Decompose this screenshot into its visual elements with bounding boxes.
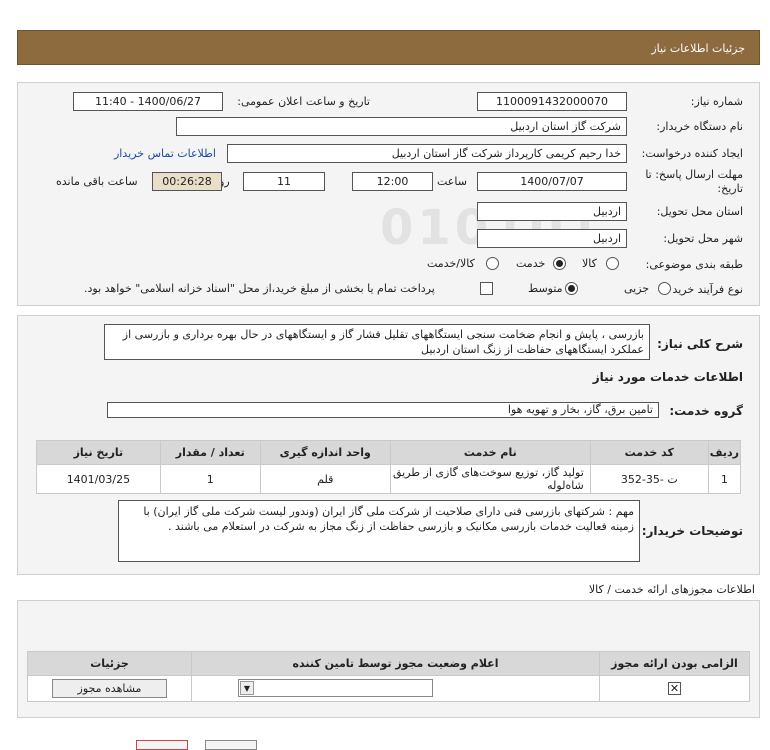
province-label: استان محل تحویل: <box>656 205 743 218</box>
permit-col-details: جزئیات <box>27 651 192 676</box>
bottom-button-right[interactable] <box>205 740 257 750</box>
checkbox-crossed-icon: ✕ <box>668 682 681 696</box>
process-label: نوع فرآیند خرید : <box>665 283 743 296</box>
permit-col-status: اعلام وضعیت مجوز توسط تامین کننده <box>191 651 600 676</box>
page-header: جزئیات اطلاعات نیاز <box>17 30 760 65</box>
table-header-row: ردیف کد خدمت نام خدمت واحد اندازه گیری ت… <box>36 440 742 465</box>
payment-note: پرداخت تمام یا بخشی از مبلغ خرید،از محل … <box>84 282 435 295</box>
service-group-label: گروه خدمت: <box>669 404 743 418</box>
col-name: نام خدمت <box>389 440 591 465</box>
permits-header-row: الزامی بودن ارائه مجوز اعلام وضعیت مجوز … <box>27 651 750 676</box>
service-group-field: تامین برق، گاز، بخار و تهویه هوا <box>107 402 659 418</box>
treasury-checkbox[interactable] <box>480 282 493 295</box>
buyer-notes-label: توضیحات خریدار: <box>641 524 743 538</box>
time-label: ساعت <box>437 175 467 188</box>
permit-details-cell: مشاهده مجوز <box>27 675 192 702</box>
cell-unit: قلم <box>259 464 391 494</box>
city-label: شهر محل تحویل: <box>663 232 743 245</box>
creator-label: ایجاد کننده درخواست: <box>641 147 743 160</box>
buyer-field: شرکت گاز استان اردبیل <box>176 117 627 136</box>
page-title: جزئیات اطلاعات نیاز <box>651 42 745 55</box>
province-field: اردبیل <box>477 202 627 221</box>
services-section-title: اطلاعات خدمات مورد نیاز <box>592 370 743 384</box>
remaining-label: ساعت باقی مانده <box>56 175 138 188</box>
cell-qty: 1 <box>159 464 261 494</box>
col-unit: واحد اندازه گیری <box>259 440 391 465</box>
category-option-goods: کالا <box>582 257 597 270</box>
city-field: اردبیل <box>477 229 627 248</box>
cell-date: 1401/03/25 <box>36 464 161 494</box>
announce-label: تاریخ و ساعت اعلان عمومی: <box>237 95 370 108</box>
permit-required-cell: ✕ <box>599 675 750 702</box>
category-radio-goods-service[interactable] <box>486 257 499 270</box>
category-option-service: خدمت <box>516 257 546 270</box>
cell-row: 1 <box>707 464 742 494</box>
col-row: ردیف <box>707 440 742 465</box>
permit-status-cell: ▼ <box>191 675 600 702</box>
permits-title: اطلاعات مجوزهای ارائه خدمت / کالا <box>588 583 755 596</box>
summary-text: بازرسی ، پایش و انجام ضخامت سنجی ایستگاه… <box>104 324 650 360</box>
process-option-minor: جزیی <box>624 282 650 295</box>
permit-row: ✕ ▼ مشاهده مجوز <box>27 675 750 702</box>
deadline-label: مهلت ارسال پاسخ: تا <box>645 168 743 181</box>
process-option-medium: متوسط <box>528 282 563 295</box>
permits-table: الزامی بودن ارائه مجوز اعلام وضعیت مجوز … <box>27 651 750 702</box>
services-table: ردیف کد خدمت نام خدمت واحد اندازه گیری ت… <box>36 440 742 494</box>
bottom-button-left[interactable] <box>136 740 188 750</box>
view-permit-button[interactable]: مشاهده مجوز <box>52 679 167 698</box>
summary-label: شرح کلی نیاز: <box>657 337 743 351</box>
cell-code: ت -35-352 <box>589 464 709 494</box>
category-option-goods-service: کالا/خدمت <box>427 257 475 270</box>
col-code: کد خدمت <box>589 440 709 465</box>
cell-name: تولید گاز، توزیع سوخت‌های گازی از طریق ش… <box>389 464 591 494</box>
category-radio-service[interactable] <box>553 257 566 270</box>
process-radio-minor[interactable] <box>658 282 671 295</box>
table-row: 1 ت -35-352 تولید گاز، توزیع سوخت‌های گا… <box>36 464 742 494</box>
category-label: طبقه بندی موضوعی: <box>645 258 743 271</box>
buyer-label: نام دستگاه خریدار: <box>656 120 743 133</box>
buyer-contact-link[interactable]: اطلاعات تماس خریدار <box>114 147 216 160</box>
buyer-notes-text: مهم : شرکتهای بازرسی فنی دارای صلاحیت از… <box>118 500 640 562</box>
col-date: تاریخ نیاز <box>36 440 161 465</box>
details-panel <box>17 82 760 306</box>
creator-field: خدا رحیم کریمی کارپرداز شرکت گاز استان ا… <box>227 144 627 163</box>
permit-col-required: الزامی بودن ارائه مجوز <box>599 651 750 676</box>
days-field: 11 <box>243 172 325 191</box>
remaining-time-field: 00:26:28 <box>152 172 222 191</box>
chevron-down-icon: ▼ <box>240 681 254 695</box>
deadline-label-2: تاریخ: <box>717 182 743 195</box>
permit-status-select[interactable]: ▼ <box>238 679 433 697</box>
need-number-label: شماره نیاز: <box>690 95 743 108</box>
announce-field: 1400/06/27 - 11:40 <box>73 92 223 111</box>
deadline-time-field: 12:00 <box>352 172 433 191</box>
category-radio-goods[interactable] <box>606 257 619 270</box>
col-qty: تعداد / مقدار <box>159 440 261 465</box>
process-radio-medium[interactable] <box>565 282 578 295</box>
need-number-field: 1100091432000070 <box>477 92 627 111</box>
deadline-date-field: 1400/07/07 <box>477 172 627 191</box>
